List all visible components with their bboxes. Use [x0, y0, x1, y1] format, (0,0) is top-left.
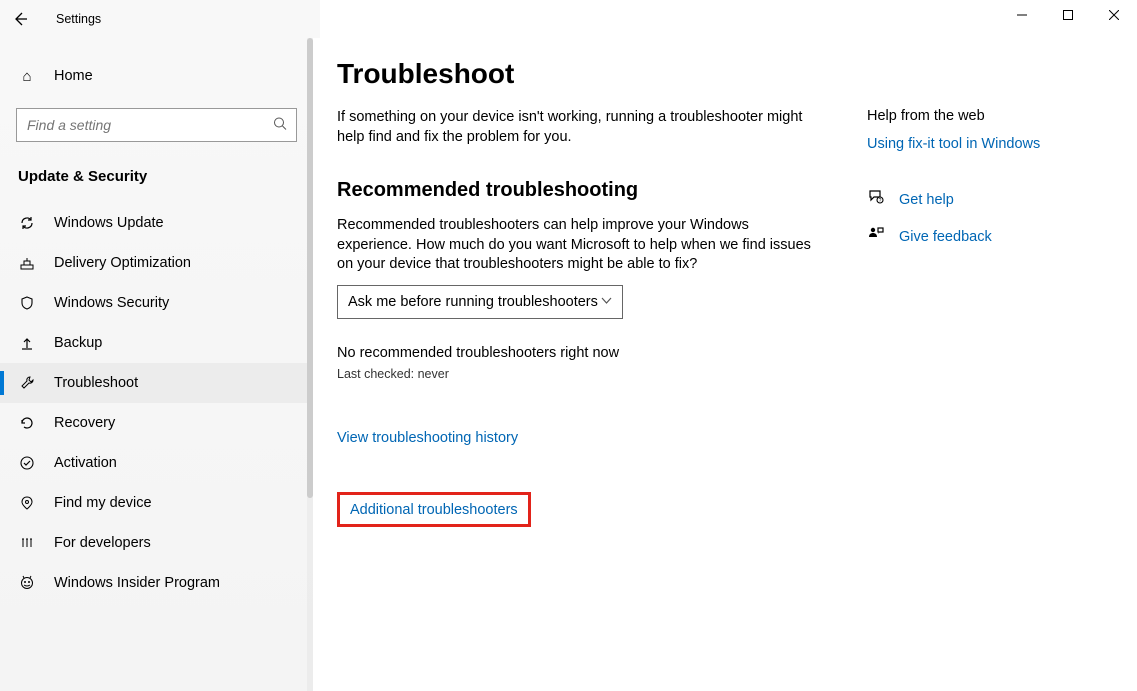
location-icon [18, 495, 36, 511]
troubleshoot-preference-select[interactable]: Ask me before running troubleshooters [337, 285, 623, 319]
shield-icon [18, 295, 36, 311]
sidebar-item-label: Troubleshoot [54, 375, 138, 391]
svg-text:?: ? [879, 198, 882, 204]
chevron-down-icon [601, 296, 612, 308]
minimize-button[interactable] [999, 0, 1045, 30]
give-feedback-item[interactable]: Give feedback [867, 225, 1127, 248]
sidebar-item-label: Recovery [54, 415, 115, 431]
sidebar-item-find-my-device[interactable]: Find my device [0, 483, 313, 523]
back-arrow-icon [12, 11, 28, 27]
page-title: Troubleshoot [337, 58, 827, 90]
sidebar-item-for-developers[interactable]: For developers [0, 523, 313, 563]
status-text: No recommended troubleshooters right now [337, 345, 827, 361]
maximize-button[interactable] [1045, 0, 1091, 30]
content-area: Troubleshoot If something on your device… [313, 38, 1137, 691]
page-intro: If something on your device isn't workin… [337, 108, 827, 147]
right-column: Help from the web Using fix-it tool in W… [867, 58, 1127, 691]
help-web-link[interactable]: Using fix-it tool in Windows [867, 136, 1127, 152]
get-help-item[interactable]: ? Get help [867, 188, 1127, 211]
back-button[interactable] [0, 0, 40, 38]
sidebar-item-label: Find my device [54, 495, 152, 511]
sidebar: ⌂ Home Update & Security Windows Update … [0, 38, 313, 691]
feedback-icon [867, 225, 885, 248]
sidebar-item-windows-update[interactable]: Windows Update [0, 203, 313, 243]
sidebar-item-delivery-optimization[interactable]: Delivery Optimization [0, 243, 313, 283]
sidebar-item-label: Windows Insider Program [54, 575, 220, 591]
section-body: Recommended troubleshooters can help imp… [337, 216, 827, 275]
sidebar-item-label: Home [54, 68, 93, 84]
insider-icon [18, 575, 36, 591]
wrench-icon [18, 375, 36, 391]
sidebar-item-label: Delivery Optimization [54, 255, 191, 271]
search-input[interactable] [16, 108, 297, 142]
developers-icon [18, 535, 36, 551]
select-value: Ask me before running troubleshooters [348, 294, 598, 310]
check-circle-icon [18, 455, 36, 471]
additional-troubleshooters-link[interactable]: Additional troubleshooters [350, 502, 518, 518]
view-history-link[interactable]: View troubleshooting history [337, 430, 518, 446]
window-title: Settings [56, 12, 101, 26]
help-chat-icon: ? [867, 188, 885, 211]
highlight-annotation: Additional troubleshooters [337, 492, 531, 527]
search-icon [273, 117, 287, 134]
sidebar-item-recovery[interactable]: Recovery [0, 403, 313, 443]
sidebar-item-activation[interactable]: Activation [0, 443, 313, 483]
sidebar-item-label: Windows Security [54, 295, 169, 311]
sidebar-group-header: Update & Security [0, 160, 313, 203]
sidebar-item-label: Activation [54, 455, 117, 471]
sidebar-item-windows-security[interactable]: Windows Security [0, 283, 313, 323]
sidebar-item-troubleshoot[interactable]: Troubleshoot [0, 363, 313, 403]
sidebar-item-backup[interactable]: Backup [0, 323, 313, 363]
home-icon: ⌂ [18, 68, 36, 85]
section-title: Recommended troubleshooting [337, 179, 827, 202]
get-help-link[interactable]: Get help [899, 192, 954, 208]
sidebar-item-label: Backup [54, 335, 102, 351]
close-button[interactable] [1091, 0, 1137, 30]
help-header: Help from the web [867, 108, 1127, 124]
sidebar-item-label: Windows Update [54, 215, 164, 231]
delivery-icon [18, 255, 36, 271]
window-controls [999, 0, 1137, 30]
sidebar-item-home[interactable]: ⌂ Home [0, 56, 313, 96]
sidebar-item-windows-insider[interactable]: Windows Insider Program [0, 563, 313, 603]
status-subtext: Last checked: never [337, 367, 827, 381]
recovery-icon [18, 415, 36, 431]
backup-icon [18, 335, 36, 351]
title-bar: Settings [0, 0, 1137, 38]
sidebar-item-label: For developers [54, 535, 151, 551]
sync-icon [18, 215, 36, 231]
give-feedback-link[interactable]: Give feedback [899, 229, 992, 245]
